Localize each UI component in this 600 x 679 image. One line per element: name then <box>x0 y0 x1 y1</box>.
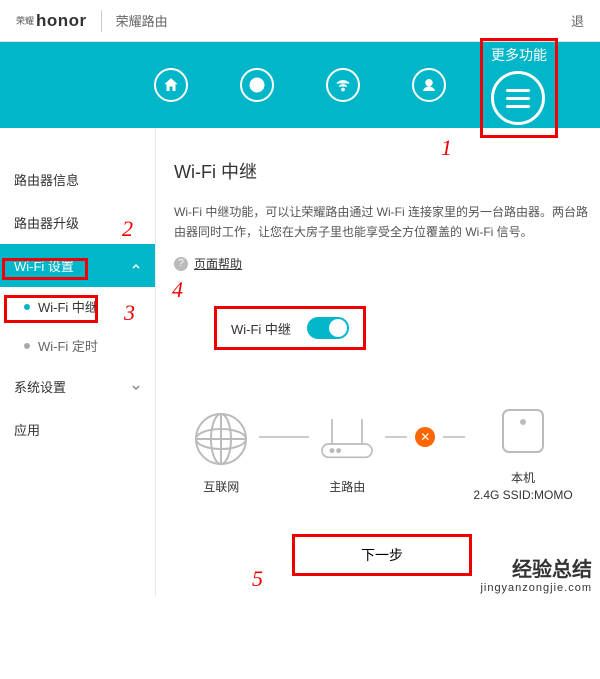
connection-line <box>443 436 465 438</box>
router-icon <box>317 409 377 469</box>
watermark: 经验总结 jingyanzongjie.com <box>480 553 592 594</box>
sidebar-item-router-info[interactable]: 路由器信息 <box>0 158 155 201</box>
network-diagram: 互联网 主路由 ✕ 本机 2.4G SSID:MOMO <box>174 400 590 504</box>
more-menu-label: 更多功能 <box>491 45 547 65</box>
repeater-toggle[interactable] <box>307 317 349 339</box>
connection-line <box>259 436 309 438</box>
chevron-up-icon <box>131 261 141 271</box>
header-divider <box>101 10 102 32</box>
brand-prefix: 荣耀 <box>16 14 34 27</box>
sidebar-item-label: 路由器升级 <box>14 213 79 232</box>
diagram-this-device: 本机 2.4G SSID:MOMO <box>473 400 572 504</box>
top-header: 荣耀 honor 荣耀路由 退 <box>0 0 600 42</box>
internet-icon <box>191 409 251 469</box>
wifi-icon[interactable] <box>326 68 360 102</box>
page-description: Wi-Fi 中继功能，可以让荣耀路由通过 Wi-Fi 连接家里的另一台路由器。两… <box>174 202 590 243</box>
chevron-down-icon <box>131 382 141 392</box>
brand-logo: honor <box>36 11 87 31</box>
sidebar-item-label: 应用 <box>14 420 40 439</box>
toggle-label: Wi-Fi 中继 <box>231 319 291 338</box>
diagram-router-label: 主路由 <box>329 479 365 496</box>
sidebar-item-apps[interactable]: 应用 <box>0 408 155 451</box>
page-title: Wi-Fi 中继 <box>174 158 590 184</box>
logout-link[interactable]: 退 <box>571 11 584 30</box>
watermark-main: 经验总结 <box>480 553 592 582</box>
annotation-4: 4 <box>172 277 183 303</box>
sidebar-item-label: 路由器信息 <box>14 170 79 189</box>
help-icon: ? <box>174 257 188 271</box>
sidebar-item-label: 系统设置 <box>14 377 66 396</box>
connection-broken-icon: ✕ <box>415 427 435 447</box>
annotation-3-box <box>4 295 98 323</box>
watermark-sub: jingyanzongjie.com <box>480 582 592 594</box>
home-icon[interactable] <box>154 68 188 102</box>
bullet-icon <box>24 343 30 349</box>
product-name: 荣耀路由 <box>116 11 168 30</box>
annotation-3: 3 <box>124 300 135 326</box>
diagram-device-label: 本机 2.4G SSID:MOMO <box>473 470 572 504</box>
diagram-main-router: 主路由 <box>317 409 377 496</box>
connection-line <box>385 436 407 438</box>
annotation-2: 2 <box>122 216 133 242</box>
navbar: 更多功能 <box>0 42 600 128</box>
help-row: ? 页面帮助 <box>174 257 590 273</box>
device-icon <box>493 400 553 460</box>
main-content: Wi-Fi 中继 Wi-Fi 中继功能，可以让荣耀路由通过 Wi-Fi 连接家里… <box>156 128 600 596</box>
user-icon[interactable] <box>412 68 446 102</box>
repeater-toggle-highlight: Wi-Fi 中继 <box>214 306 366 350</box>
sidebar-item-system-settings[interactable]: 系统设置 <box>0 365 155 408</box>
more-menu-button[interactable] <box>491 71 545 125</box>
more-menu-highlight: 更多功能 <box>480 38 558 138</box>
diagram-internet: 互联网 <box>191 409 251 496</box>
diagram-internet-label: 互联网 <box>203 479 239 496</box>
next-button[interactable]: 下一步 <box>292 534 472 576</box>
annotation-5: 5 <box>252 566 263 592</box>
globe-icon[interactable] <box>240 68 274 102</box>
help-link[interactable]: 页面帮助 <box>194 257 242 273</box>
sidebar-sub-label: Wi-Fi 定时 <box>38 336 98 355</box>
sidebar: 路由器信息 路由器升级 Wi-Fi 设置 Wi-Fi 中继 Wi-Fi 定时 系… <box>0 128 156 596</box>
sidebar-sub-wifi-schedule[interactable]: Wi-Fi 定时 <box>0 326 155 365</box>
annotation-2-box <box>2 258 88 280</box>
